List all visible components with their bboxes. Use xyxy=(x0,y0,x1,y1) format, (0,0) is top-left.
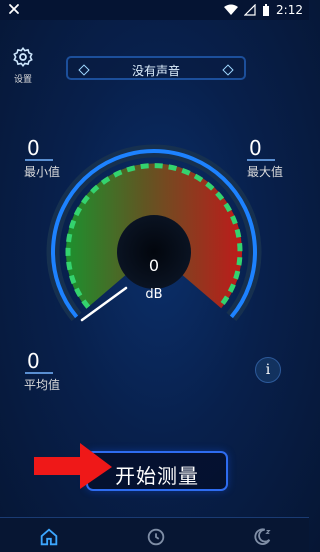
status-time: 2:12 xyxy=(276,3,303,17)
gauge-unit: dB xyxy=(145,287,162,302)
info-button[interactable]: i xyxy=(255,357,281,383)
wifi-icon xyxy=(224,4,239,15)
avg-label: 平均值 xyxy=(24,378,61,392)
settings-button[interactable]: 设置 xyxy=(8,46,38,85)
status-icons: 2:12 xyxy=(224,2,303,18)
battery-icon xyxy=(263,3,270,16)
signal-off-icon xyxy=(244,4,256,16)
arrow-icon xyxy=(34,443,112,489)
status-bar: 2:12 xyxy=(0,0,309,20)
gauge-value: 0 xyxy=(149,256,159,275)
bottom-nav-divider xyxy=(0,517,309,518)
gauge-center xyxy=(117,215,191,289)
android-debug-icon xyxy=(9,4,19,14)
sound-mode-value: 没有声音 xyxy=(131,64,180,78)
sound-mode-selector[interactable]: 没有声音 xyxy=(66,56,246,80)
decibel-gauge: 0 dB xyxy=(46,144,262,322)
settings-label: 设置 xyxy=(13,75,32,85)
clock-icon[interactable] xyxy=(145,526,167,548)
home-icon[interactable] xyxy=(38,526,60,548)
gear-icon xyxy=(13,47,33,67)
moon-icon[interactable] xyxy=(251,526,273,548)
